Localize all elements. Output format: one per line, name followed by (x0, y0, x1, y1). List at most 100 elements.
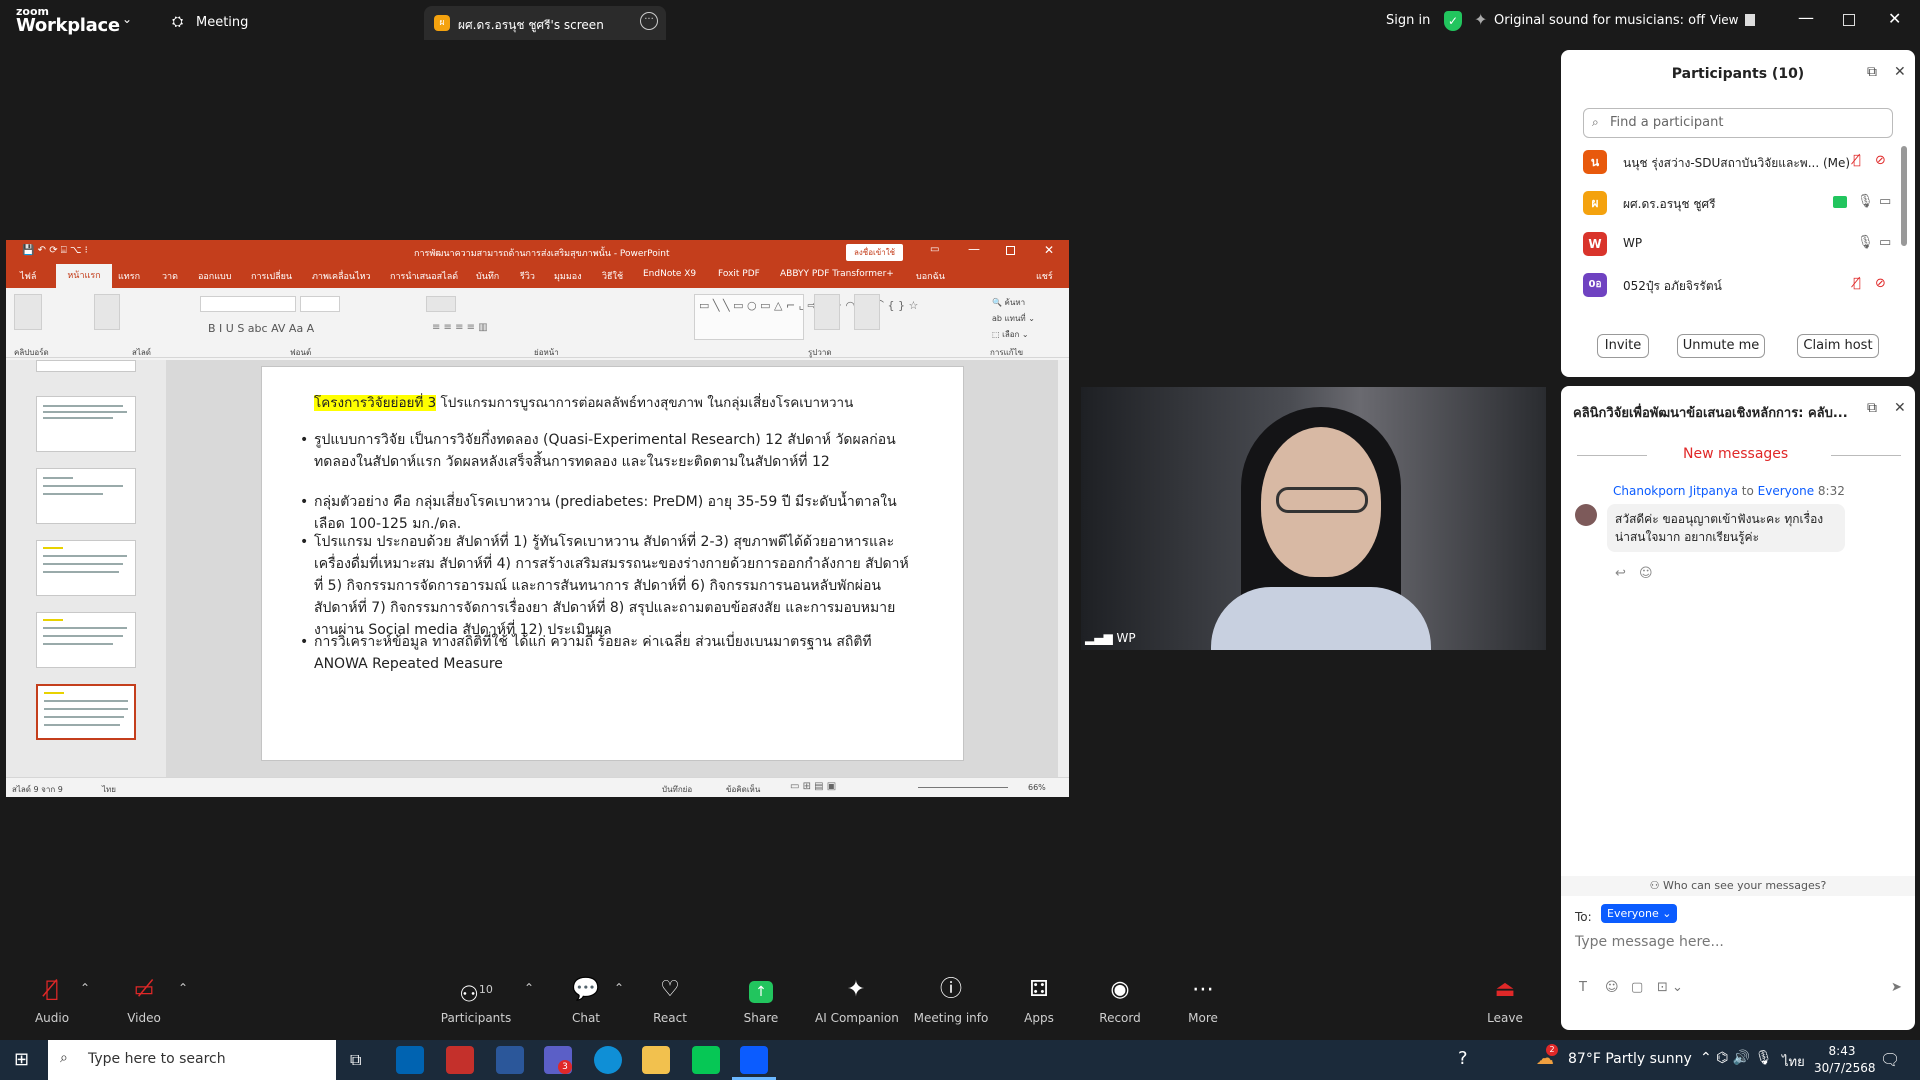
webex-icon[interactable] (396, 1046, 424, 1074)
audio-options-caret[interactable]: ⌃ (80, 981, 90, 995)
view-mode-icons[interactable]: ▭ ⊞ ▤ ▣ (790, 781, 836, 792)
find-button[interactable]: 🔍 ค้นหา (992, 296, 1025, 309)
claim-host-button[interactable]: Claim host (1797, 334, 1879, 358)
line-icon[interactable] (692, 1046, 720, 1074)
current-slide[interactable]: โครงการวิจัยย่อยที่ 3 โปรแกรมการบูรณาการ… (261, 366, 964, 761)
chat-message-bubble[interactable]: สวัสดีค่ะ ขออนุญาตเข้าฟังนะคะ ทุกเรื่องน… (1607, 504, 1845, 552)
avatar[interactable] (1575, 504, 1597, 526)
powerpoint-window[interactable]: 💾 ↶ ⟳ ⌸ ⌥ ⁝ การพัฒนาความสามารถด้านการส่ง… (6, 240, 1069, 797)
leave-button[interactable]: ⏏ Leave (1465, 975, 1545, 1025)
slide-thumbnail-selected[interactable] (36, 684, 136, 740)
react-button[interactable]: ♡ React (630, 975, 710, 1025)
participant-video[interactable] (1081, 387, 1546, 650)
acrobat-icon[interactable] (446, 1046, 474, 1074)
video-options-caret[interactable]: ⌃ (178, 981, 188, 995)
format-buttons[interactable]: B I U S abc AV Aa A (208, 322, 314, 335)
security-shield-icon[interactable]: ✓ (1444, 11, 1462, 31)
unmute-me-button[interactable]: Unmute me (1677, 334, 1765, 358)
ribbon-options-icon[interactable]: ▭ (930, 244, 939, 255)
ppt-minimize-icon[interactable]: — (968, 242, 980, 256)
tab-endnote[interactable]: EndNote X9 (643, 269, 696, 279)
new-slide-button[interactable] (94, 294, 120, 330)
message-input[interactable]: Type message here... (1575, 934, 1724, 950)
chevron-down-icon[interactable]: ⌄ (122, 12, 132, 26)
zoom-icon[interactable] (740, 1046, 768, 1074)
ppt-close-icon[interactable]: ✕ (1044, 243, 1054, 257)
more-options-icon[interactable]: ··· (640, 12, 658, 30)
quick-access-icons[interactable]: 💾 ↶ ⟳ ⌸ ⌥ ⁝ (22, 245, 88, 256)
participant-row[interactable]: น นนุช รุ่งสว่าง-SDUสถาบันวิจัยและพ... (… (1583, 142, 1903, 182)
shapes-gallery[interactable]: ▭ ╲ ╲ ▭ ○ ▭ △ ⌐ ⌞ ⇨ ⇩ ⌐ ◠ ⌒ ⌒ { } ☆ (694, 294, 918, 340)
zoom-workplace-logo[interactable]: zoom Workplace (16, 6, 120, 35)
taskbar-search-input[interactable]: ⌕ Type here to search (48, 1040, 336, 1080)
participant-row[interactable]: W WP 🎙 ▭ (1583, 224, 1903, 264)
tab-abbyy[interactable]: ABBYY PDF Transformer+ (780, 269, 894, 279)
notes-button[interactable]: บันทึกย่อ (662, 783, 692, 796)
arrange-button[interactable] (814, 294, 840, 330)
invite-button[interactable]: Invite (1597, 334, 1649, 358)
original-sound-status[interactable]: Original sound for musicians: off (1494, 13, 1705, 28)
who-can-see-link[interactable]: ⚇ Who can see your messages? (1561, 876, 1915, 896)
bullets-button[interactable] (426, 296, 456, 312)
file-explorer-icon[interactable] (642, 1046, 670, 1074)
task-view-icon[interactable]: ⧉ (350, 1050, 361, 1070)
format-text-icon[interactable]: T (1579, 980, 1587, 995)
participants-scrollbar[interactable] (1901, 146, 1907, 246)
tab-review[interactable]: รีวิว (520, 269, 535, 283)
apps-button[interactable]: ⚃ Apps (999, 975, 1079, 1025)
ppt-signin-button[interactable]: ลงชื่อเข้าใช้ (846, 244, 904, 261)
send-icon[interactable]: ➤ (1891, 980, 1902, 995)
participant-search-input[interactable]: ⌕ Find a participant (1583, 108, 1893, 138)
popout-icon[interactable]: ⧉ (1867, 64, 1877, 80)
teams-icon[interactable]: 3 (544, 1046, 572, 1074)
participants-options-caret[interactable]: ⌃ (524, 981, 534, 995)
input-language[interactable]: ไทย (1782, 1051, 1805, 1072)
participant-row[interactable]: ผ ผศ.ดร.อรนุช ชูศรี 🎙 ▭ (1583, 183, 1903, 223)
tab-record[interactable]: บันทึก (476, 269, 499, 283)
maximize-icon[interactable] (1843, 14, 1855, 26)
clock[interactable]: 8:43 30/7/2568 (1814, 1043, 1876, 1077)
slide-thumbnail[interactable] (36, 468, 136, 524)
font-name-box[interactable] (200, 296, 296, 312)
tab-animations[interactable]: ภาพเคลื่อนไหว (312, 269, 371, 283)
zoom-level[interactable]: 66% (1028, 783, 1046, 792)
participants-button[interactable]: ⚇10 Participants (436, 975, 516, 1025)
tab-design[interactable]: ออกแบบ (198, 269, 232, 283)
tab-transitions[interactable]: การเปลี่ยน (251, 269, 292, 283)
participant-row[interactable]: 0อ 052ปุ๋ร อภัยจิรรัตน์ 🎙̸ ⊘ (1583, 265, 1903, 305)
select-button[interactable]: ⬚ เลือก ⌄ (992, 328, 1029, 341)
comments-button[interactable]: ข้อคิดเห็น (726, 783, 760, 796)
meeting-label[interactable]: Meeting (196, 15, 248, 30)
word-icon[interactable] (496, 1046, 524, 1074)
tab-foxit[interactable]: Foxit PDF (718, 269, 760, 279)
tab-share[interactable]: แชร์ (1036, 269, 1053, 283)
zoom-slider[interactable] (918, 787, 1008, 788)
slide-thumbnail[interactable] (36, 396, 136, 452)
close-window-icon[interactable]: ✕ (1888, 9, 1901, 28)
close-panel-icon[interactable]: ✕ (1894, 400, 1906, 416)
view-button[interactable]: View (1710, 13, 1738, 27)
tab-draw[interactable]: วาด (162, 269, 178, 283)
chat-options-caret[interactable]: ⌃ (614, 981, 624, 995)
sign-in-link[interactable]: Sign in (1386, 13, 1430, 28)
tab-help[interactable]: วิธีใช้ (602, 269, 623, 283)
windows-start-icon[interactable]: ⊞ (14, 1049, 29, 1070)
file-icon[interactable]: ▢ (1631, 980, 1643, 995)
emoji-icon[interactable]: ☺ (1605, 980, 1619, 995)
help-icon[interactable]: ? (1458, 1048, 1468, 1069)
share-button[interactable]: ↑ Share (721, 975, 801, 1025)
video-button[interactable]: ▭̸ Video (104, 975, 184, 1025)
minimize-icon[interactable]: — (1798, 8, 1814, 27)
tab-view[interactable]: มุมมอง (554, 269, 582, 283)
tab-slideshow[interactable]: การนำเสนอสไลด์ (390, 269, 458, 283)
recipient-dropdown[interactable]: Everyone ⌄ (1601, 904, 1678, 923)
more-button[interactable]: ⋯ More (1163, 975, 1243, 1025)
popout-icon[interactable]: ⧉ (1867, 400, 1877, 416)
slide-thumbnail[interactable] (36, 612, 136, 668)
paste-button[interactable] (14, 294, 42, 330)
slide-thumbnail[interactable] (36, 360, 136, 372)
tab-tell-me[interactable]: บอกฉัน (916, 269, 945, 283)
language-status[interactable]: ไทย (102, 783, 116, 796)
reply-icon[interactable]: ↩ (1615, 566, 1626, 581)
ai-companion-button[interactable]: ✦ AI Companion (815, 975, 899, 1025)
